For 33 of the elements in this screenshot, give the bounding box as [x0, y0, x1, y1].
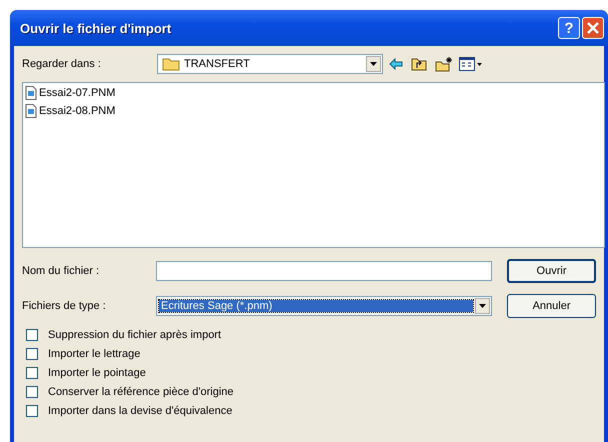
help-button[interactable]: ? — [558, 17, 580, 39]
file-type-dropdown[interactable]: Ecritures Sage (*.pnm) — [156, 296, 492, 316]
open-button[interactable]: Ouvrir — [507, 259, 596, 283]
look-in-dropdown[interactable]: TRANSFERT — [157, 54, 383, 74]
checkbox[interactable] — [26, 404, 38, 416]
document-icon — [25, 86, 37, 100]
close-button[interactable] — [582, 17, 604, 39]
caret-icon — [479, 304, 486, 308]
close-icon — [587, 22, 599, 34]
document-icon — [25, 104, 37, 118]
look-in-label: Regarder dans : — [22, 58, 102, 70]
caret-icon — [370, 62, 377, 66]
cancel-button[interactable]: Annuler — [507, 294, 596, 318]
option-label: Importer le pointage — [48, 366, 146, 378]
file-item[interactable]: Essai2-07.PNM — [25, 85, 116, 101]
checkbox[interactable] — [26, 348, 38, 360]
file-name-field[interactable] — [156, 261, 492, 281]
file-name-label: Nom du fichier : — [22, 265, 100, 277]
file-item[interactable]: Essai2-08.PNM — [25, 103, 116, 119]
folder-icon — [162, 57, 180, 71]
folder-up-icon[interactable] — [411, 57, 427, 71]
option-label: Importer dans la devise d'équivalence — [48, 404, 232, 416]
file-type-label: Fichiers de type : — [22, 300, 107, 312]
checkbox[interactable] — [26, 386, 38, 398]
option-label: Suppression du fichier après import — [48, 328, 222, 340]
option-label: Importer le lettrage — [48, 348, 140, 360]
option-label: Conserver la référence pièce d'origine — [48, 386, 234, 398]
view-menu-icon[interactable] — [459, 57, 483, 71]
back-arrow-icon[interactable] — [389, 58, 403, 70]
window-title: Ouvrir le fichier d'import — [19, 20, 172, 36]
checkbox[interactable] — [26, 328, 38, 340]
checkbox[interactable] — [26, 366, 38, 378]
new-folder-icon[interactable] — [435, 56, 453, 72]
